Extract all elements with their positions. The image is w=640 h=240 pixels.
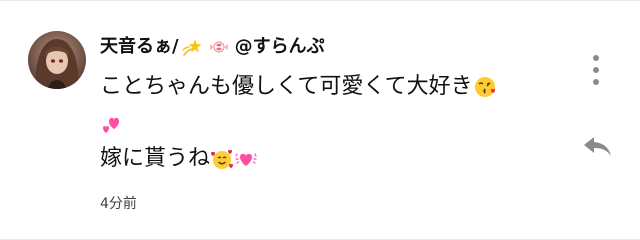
more-dot <box>593 55 599 61</box>
comment-line-3: 嫁に貰うね <box>100 141 560 177</box>
author-handle[interactable]: @すらんぷ <box>235 35 325 59</box>
comment-text-line-1: ことちゃんも優しくて可愛くて大好き <box>100 74 473 99</box>
more-dot <box>593 67 599 73</box>
kissing-face-icon <box>473 69 497 105</box>
comment-content: 天音るぁ/ @すらんぷ ことちゃんも優しくて可愛くて大好き 嫁に貰うね 4分前 <box>100 35 560 213</box>
more-vertical-icon[interactable] <box>588 55 604 85</box>
avatar[interactable] <box>28 31 86 89</box>
comment-card: 天音るぁ/ @すらんぷ ことちゃんも優しくて可愛くて大好き 嫁に貰うね 4分前 <box>0 0 640 240</box>
more-dot <box>593 79 599 85</box>
candy-icon <box>207 35 231 59</box>
comment-time: 4分前 <box>100 196 137 212</box>
comment-body: ことちゃんも優しくて可愛くて大好き 嫁に貰うね <box>100 69 560 177</box>
two-hearts-icon <box>100 105 124 141</box>
comment-text-line-3: 嫁に貰うね <box>100 146 211 171</box>
author-name[interactable]: 天音るぁ/ <box>100 35 179 59</box>
comment-line-2 <box>100 105 560 141</box>
dizzy-star-icon <box>181 35 205 59</box>
smiling-face-with-hearts-icon <box>210 141 234 177</box>
reply-arrow-icon[interactable] <box>580 131 614 161</box>
beating-heart-icon <box>234 141 258 177</box>
comment-line-1: ことちゃんも優しくて可愛くて大好き <box>100 69 560 105</box>
author-row: 天音るぁ/ @すらんぷ <box>100 35 560 59</box>
